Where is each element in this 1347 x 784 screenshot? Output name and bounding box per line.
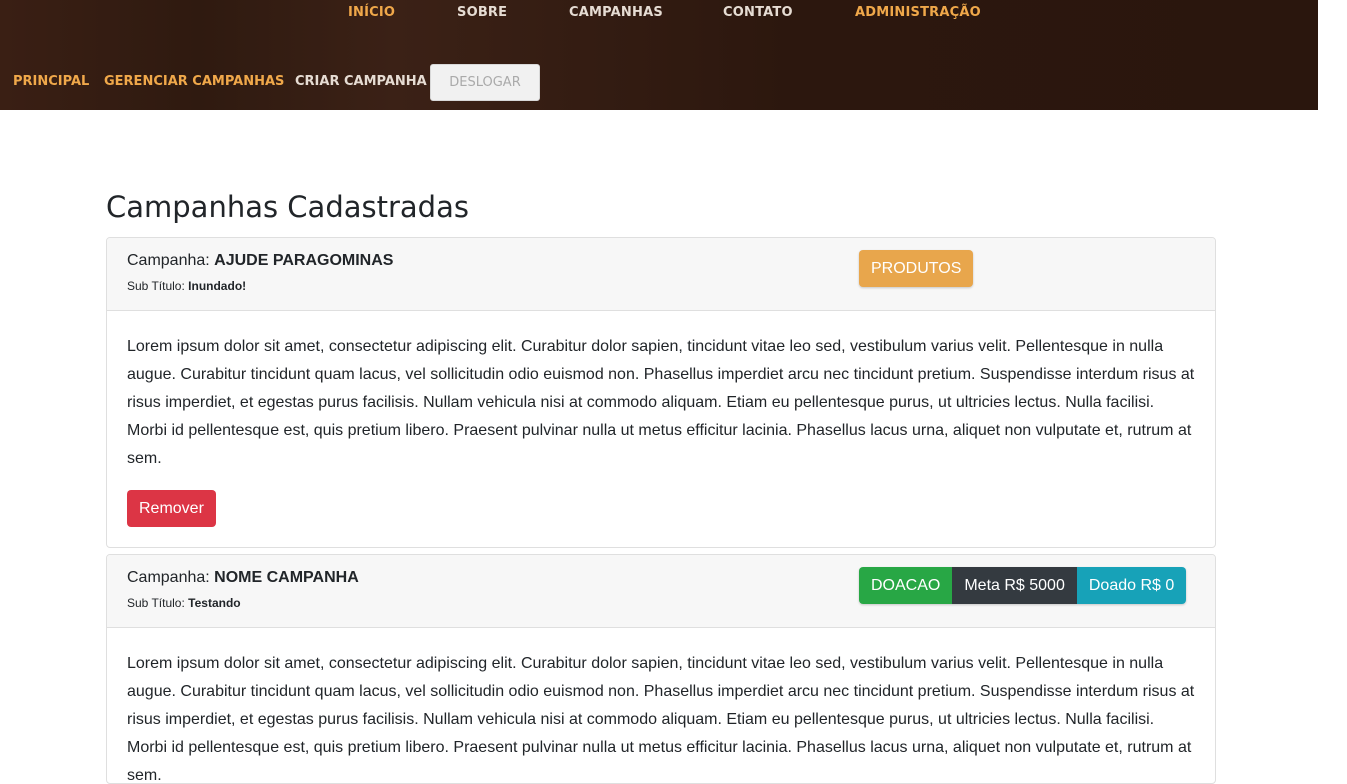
campaign-subtitle: Inundado! [188, 279, 247, 293]
campaign-name: AJUDE PARAGOMINAS [214, 252, 394, 269]
site-header: INÍCIO SOBRE CAMPANHAS CONTATO ADMINISTR… [0, 0, 1318, 110]
nav-item-contato[interactable]: CONTATO [723, 5, 793, 20]
subtitle-label: Sub Título: [127, 279, 189, 293]
campaign-description: Lorem ipsum dolor sit amet, consectetur … [127, 338, 1195, 467]
subtitle-label: Sub Título: [127, 596, 189, 610]
campaign-card: Campanha: NOME CAMPANHA Sub Título: Test… [106, 554, 1216, 784]
campaign-subtitle-line: Sub Título: Testando [127, 596, 241, 610]
logout-button[interactable]: DESLOGAR [430, 64, 540, 101]
subnav-item-criar-campanha[interactable]: CRIAR CAMPANHA [295, 74, 427, 89]
remove-button[interactable]: Remover [127, 490, 216, 527]
main-nav: INÍCIO SOBRE CAMPANHAS CONTATO ADMINISTR… [0, 5, 1318, 23]
campaign-label: Campanha: [127, 252, 215, 269]
subnav-item-principal[interactable]: PRINCIPAL [13, 74, 89, 89]
nav-item-sobre[interactable]: SOBRE [457, 5, 507, 20]
campaign-card: Campanha: AJUDE PARAGOMINAS Sub Título: … [106, 237, 1216, 548]
campaign-badges: DOACAO Meta R$ 5000 Doado R$ 0 [859, 567, 1187, 604]
campaign-subtitle: Testando [188, 596, 241, 610]
subnav-item-gerenciar-campanhas[interactable]: GERENCIAR CAMPANHAS [104, 74, 284, 89]
nav-item-inicio[interactable]: INÍCIO [348, 5, 395, 20]
page-title: Campanhas Cadastradas [106, 190, 469, 224]
campaign-type-badge: PRODUTOS [859, 250, 974, 287]
campaign-goal-badge: Meta R$ 5000 [952, 567, 1077, 604]
campaign-description: Lorem ipsum dolor sit amet, consectetur … [127, 655, 1195, 784]
campaign-card-header: Campanha: NOME CAMPANHA Sub Título: Test… [107, 555, 1215, 628]
campaign-name-line: Campanha: AJUDE PARAGOMINAS [127, 252, 393, 270]
campaign-name: NOME CAMPANHA [214, 569, 359, 586]
campaign-subtitle-line: Sub Título: Inundado! [127, 279, 246, 293]
nav-item-campanhas[interactable]: CAMPANHAS [569, 5, 663, 20]
campaign-card-body: Lorem ipsum dolor sit amet, consectetur … [107, 311, 1215, 547]
campaign-card-body: Lorem ipsum dolor sit amet, consectetur … [107, 628, 1215, 784]
campaign-label: Campanha: [127, 569, 215, 586]
nav-item-administracao[interactable]: ADMINISTRAÇÃO [855, 5, 981, 20]
campaign-type-badge: DOACAO [859, 567, 953, 604]
campaign-name-line: Campanha: NOME CAMPANHA [127, 569, 359, 587]
campaign-card-header: Campanha: AJUDE PARAGOMINAS Sub Título: … [107, 238, 1215, 311]
campaign-donated-badge: Doado R$ 0 [1076, 567, 1187, 604]
